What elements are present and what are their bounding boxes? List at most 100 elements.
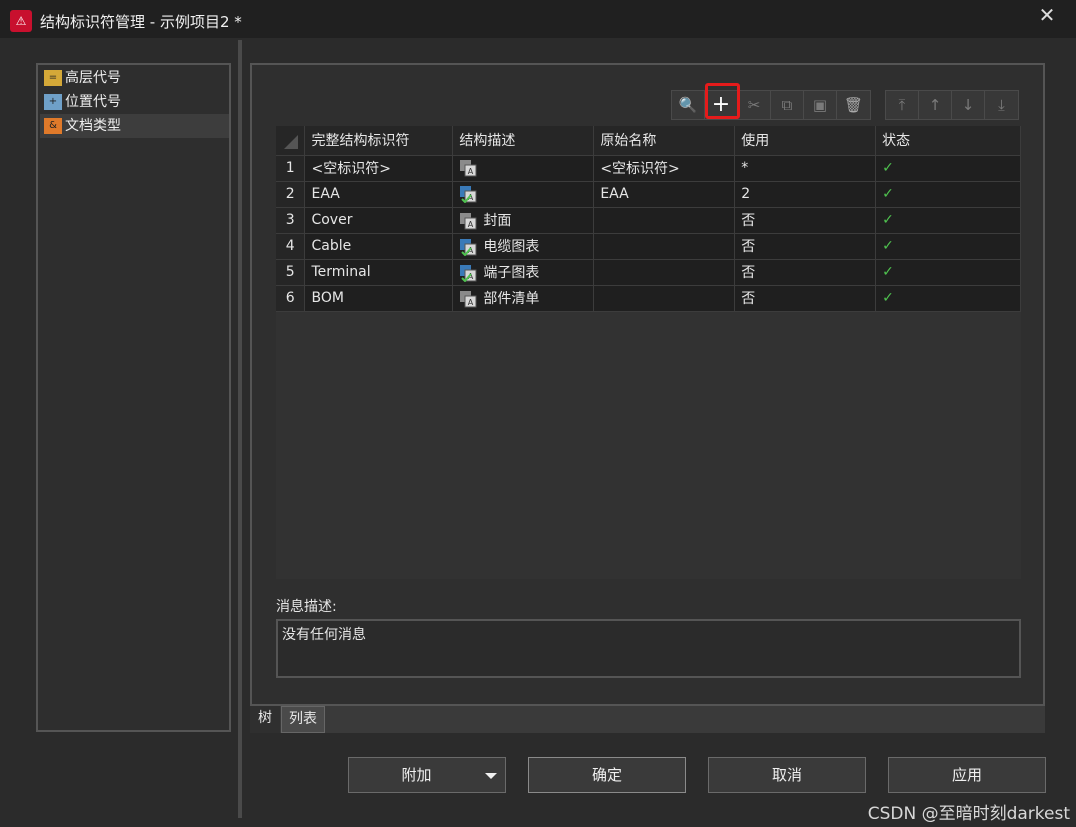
apply-button[interactable]: 应用 bbox=[888, 757, 1046, 793]
cell-description[interactable]: A 封面 bbox=[452, 207, 595, 234]
cell-description[interactable]: A 端子图表 bbox=[452, 259, 595, 286]
description-text: 端子图表 bbox=[483, 265, 540, 281]
cell-usage[interactable]: 否 bbox=[734, 233, 877, 260]
checkmark-icon: ✓ bbox=[882, 290, 894, 306]
row-number[interactable]: 3 bbox=[276, 207, 306, 234]
message-box: 没有任何消息 bbox=[276, 619, 1021, 678]
nav-tree: = 高层代号 + 位置代号 & 文档类型 bbox=[36, 63, 231, 732]
close-icon[interactable]: ✕ bbox=[1036, 4, 1058, 26]
table-row[interactable]: 4 Cable A 电缆图表 否 ✓ bbox=[276, 233, 1021, 260]
cell-usage[interactable]: * bbox=[734, 155, 877, 182]
copy-icon: ⧉ bbox=[781, 96, 793, 114]
table-row[interactable]: 3 Cover A 封面 否 ✓ bbox=[276, 207, 1021, 234]
translate-icon: A bbox=[459, 290, 477, 308]
high-level-code-icon: = bbox=[44, 70, 62, 86]
move-top-button[interactable]: ⤒ bbox=[886, 91, 919, 119]
cell-description[interactable]: A 电缆图表 bbox=[452, 233, 595, 260]
cell-original-name[interactable] bbox=[593, 285, 736, 312]
cell-original-name[interactable] bbox=[593, 207, 736, 234]
trash-icon: 🗑 bbox=[843, 96, 864, 114]
cancel-button[interactable]: 取消 bbox=[708, 757, 866, 793]
column-header[interactable]: 状态 bbox=[875, 126, 1021, 156]
cell-usage[interactable]: 2 bbox=[734, 181, 877, 208]
row-number[interactable]: 2 bbox=[276, 181, 306, 208]
cell-identifier[interactable]: Cover bbox=[304, 207, 454, 234]
cell-identifier[interactable]: Cable bbox=[304, 233, 454, 260]
cell-usage[interactable]: 否 bbox=[734, 207, 877, 234]
tree-item-document-type[interactable]: & 文档类型 bbox=[40, 114, 229, 138]
delete-button[interactable]: 🗑 bbox=[837, 91, 870, 119]
column-header[interactable]: 结构描述 bbox=[452, 126, 595, 156]
cell-status[interactable]: ✓ bbox=[875, 207, 1021, 234]
table-row[interactable]: 6 BOM A 部件清单 否 ✓ bbox=[276, 285, 1021, 312]
cell-original-name[interactable]: <空标识符> bbox=[593, 155, 736, 182]
cell-original-name[interactable] bbox=[593, 259, 736, 286]
cell-status[interactable]: ✓ bbox=[875, 155, 1021, 182]
row-number[interactable]: 5 bbox=[276, 259, 306, 286]
tree-item-label: 高层代号 bbox=[65, 70, 121, 86]
table-row[interactable]: 2 EAA A EAA 2 ✓ bbox=[276, 181, 1021, 208]
translate-icon: A bbox=[459, 159, 477, 177]
window-title: 结构标识符管理 - 示例项目2 * bbox=[40, 13, 242, 31]
move-toolbar: ⤒ ↑ ↓ ⤓ bbox=[885, 90, 1019, 120]
row-number[interactable]: 4 bbox=[276, 233, 306, 260]
app-logo-icon: ⚠ bbox=[10, 10, 32, 32]
select-all-corner[interactable] bbox=[276, 126, 306, 156]
svg-text:A: A bbox=[468, 298, 474, 307]
translate-icon: A bbox=[459, 212, 477, 230]
cell-identifier[interactable]: BOM bbox=[304, 285, 454, 312]
checkmark-icon: ✓ bbox=[882, 186, 894, 202]
cell-description[interactable]: A 部件清单 bbox=[452, 285, 595, 312]
cell-identifier[interactable]: EAA bbox=[304, 181, 454, 208]
tree-item-label: 文档类型 bbox=[65, 118, 121, 134]
cut-button[interactable]: ✂ bbox=[738, 91, 771, 119]
tab-list[interactable]: 列表 bbox=[281, 706, 325, 733]
cell-usage[interactable]: 否 bbox=[734, 259, 877, 286]
move-up-button[interactable]: ↑ bbox=[919, 91, 952, 119]
arrow-up-icon: ↑ bbox=[928, 96, 942, 114]
cell-identifier[interactable]: Terminal bbox=[304, 259, 454, 286]
paste-button[interactable]: ▣ bbox=[804, 91, 837, 119]
panel-splitter[interactable] bbox=[238, 40, 242, 818]
cell-identifier[interactable]: <空标识符> bbox=[304, 155, 454, 182]
description-text: 部件清单 bbox=[483, 291, 540, 307]
cell-description[interactable]: A bbox=[452, 155, 595, 182]
ok-button[interactable]: 确定 bbox=[528, 757, 686, 793]
cell-status[interactable]: ✓ bbox=[875, 181, 1021, 208]
row-number[interactable]: 6 bbox=[276, 285, 306, 312]
cell-original-name[interactable] bbox=[593, 233, 736, 260]
search-button[interactable]: 🔍 bbox=[672, 91, 705, 119]
tree-item-high-level-code[interactable]: = 高层代号 bbox=[40, 66, 229, 90]
plus-icon: + bbox=[711, 92, 731, 117]
message-label: 消息描述: bbox=[276, 599, 337, 615]
attach-dropdown-button[interactable]: 附加 bbox=[348, 757, 506, 793]
table-row[interactable]: 1 <空标识符> A <空标识符> * ✓ bbox=[276, 155, 1021, 182]
move-down-button[interactable]: ↓ bbox=[952, 91, 985, 119]
title-bar: ⚠ 结构标识符管理 - 示例项目2 * ✕ bbox=[0, 0, 1076, 38]
svg-text:A: A bbox=[468, 220, 474, 229]
chevron-down-icon[interactable] bbox=[485, 773, 497, 779]
checkmark-icon: ✓ bbox=[882, 264, 894, 280]
tree-item-location-code[interactable]: + 位置代号 bbox=[40, 90, 229, 114]
copy-button[interactable]: ⧉ bbox=[771, 91, 804, 119]
table-row[interactable]: 5 Terminal A 端子图表 否 ✓ bbox=[276, 259, 1021, 286]
cell-usage[interactable]: 否 bbox=[734, 285, 877, 312]
tab-tree[interactable]: 树 bbox=[250, 706, 280, 733]
search-icon: 🔍 bbox=[678, 96, 698, 114]
view-tab-bar: 树 列表 bbox=[250, 706, 1045, 733]
cell-status[interactable]: ✓ bbox=[875, 285, 1021, 312]
cell-status[interactable]: ✓ bbox=[875, 233, 1021, 260]
cell-original-name[interactable]: EAA bbox=[593, 181, 736, 208]
row-number[interactable]: 1 bbox=[276, 155, 306, 182]
cell-status[interactable]: ✓ bbox=[875, 259, 1021, 286]
document-type-icon: & bbox=[44, 118, 62, 134]
description-text: 电缆图表 bbox=[483, 239, 540, 255]
translate-checked-icon: A bbox=[459, 185, 477, 204]
column-header[interactable]: 使用 bbox=[734, 126, 877, 156]
cell-description[interactable]: A bbox=[452, 181, 595, 208]
add-button[interactable]: + bbox=[705, 91, 738, 119]
attach-button-label: 附加 bbox=[401, 766, 432, 784]
column-header[interactable]: 原始名称 bbox=[593, 126, 736, 156]
move-bottom-button[interactable]: ⤓ bbox=[985, 91, 1018, 119]
column-header[interactable]: 完整结构标识符 bbox=[304, 126, 454, 156]
